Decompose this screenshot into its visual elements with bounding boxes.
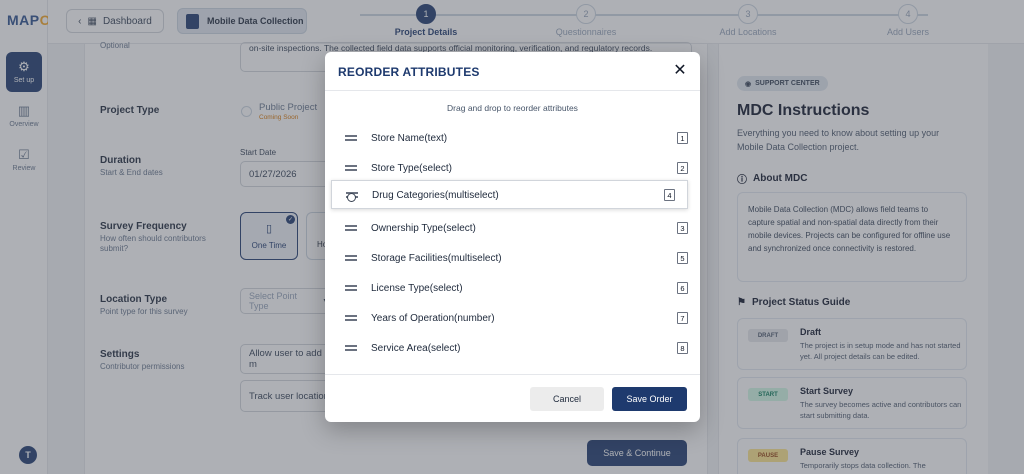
attribute-name: Service Area(select) xyxy=(371,343,461,354)
attribute-row[interactable]: Storage Facilities(multiselect) 5 xyxy=(338,246,688,272)
modal-hint: Drag and drop to reorder attributes xyxy=(447,103,578,113)
attribute-name: Years of Operation(number) xyxy=(371,313,495,324)
attribute-name: License Type(select) xyxy=(371,283,463,294)
grab-cursor-icon xyxy=(347,193,356,202)
modal-title: REORDER ATTRIBUTES xyxy=(338,65,480,79)
attribute-order-number: 8 xyxy=(677,342,688,354)
drag-handle-icon[interactable] xyxy=(345,315,357,321)
drag-handle-icon[interactable] xyxy=(345,225,357,231)
drag-handle-icon[interactable] xyxy=(345,345,357,351)
attribute-row-dragging[interactable]: Drug Categories(multiselect) 4 xyxy=(331,180,688,209)
drag-handle-icon[interactable] xyxy=(345,255,357,261)
attribute-order-number: 1 xyxy=(677,132,688,144)
attribute-row[interactable]: Store Type(select) 2 xyxy=(338,156,688,182)
attribute-order-number: 3 xyxy=(677,222,688,234)
drag-handle-icon[interactable] xyxy=(345,285,357,291)
reorder-attributes-modal: REORDER ATTRIBUTES ✕ Drag and drop to re… xyxy=(325,52,700,422)
attribute-name: Store Type(select) xyxy=(371,163,452,174)
attribute-row[interactable]: Years of Operation(number) 7 xyxy=(338,306,688,332)
drag-handle-icon[interactable] xyxy=(345,165,357,171)
modal-header-divider xyxy=(325,90,700,91)
attribute-name: Storage Facilities(multiselect) xyxy=(371,253,502,264)
attribute-order-number: 7 xyxy=(677,312,688,324)
attribute-row[interactable]: Store Name(text) 1 xyxy=(338,126,688,152)
attribute-name: Ownership Type(select) xyxy=(371,223,476,234)
attribute-order-number: 2 xyxy=(677,162,688,174)
attribute-row[interactable]: Service Area(select) 8 xyxy=(338,336,688,362)
attribute-order-number: 6 xyxy=(677,282,688,294)
attribute-order-number: 5 xyxy=(677,252,688,264)
cancel-button[interactable]: Cancel xyxy=(530,387,604,411)
attribute-name: Store Name(text) xyxy=(371,133,448,144)
drag-handle-icon[interactable] xyxy=(345,135,357,141)
attribute-row[interactable]: License Type(select) 6 xyxy=(338,276,688,302)
modal-footer-divider xyxy=(325,374,700,375)
save-order-button[interactable]: Save Order xyxy=(612,387,687,411)
attribute-order-number: 4 xyxy=(664,189,675,201)
close-icon[interactable]: ✕ xyxy=(672,63,688,79)
attribute-row[interactable]: Ownership Type(select) 3 xyxy=(338,216,688,242)
attribute-name: Drug Categories(multiselect) xyxy=(372,190,499,201)
